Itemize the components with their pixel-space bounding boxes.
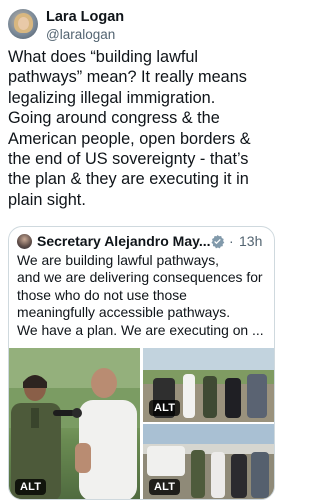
media-photo-2[interactable]: ALT <box>143 348 274 422</box>
separator-dot: · <box>229 233 234 249</box>
quoted-timestamp[interactable]: 13h <box>239 233 262 249</box>
alt-badge-1[interactable]: ALT <box>15 479 47 495</box>
quoted-tweet-header: Secretary Alejandro May... · 13h <box>17 233 268 251</box>
author-handle[interactable]: @laralogan <box>46 27 115 42</box>
alt-badge-3[interactable]: ALT <box>149 479 181 495</box>
author-avatar[interactable] <box>8 9 38 39</box>
quoted-tweet[interactable]: Secretary Alejandro May... · 13h We are … <box>8 226 275 500</box>
tweet-text: What does “building lawful pathways” mea… <box>8 48 251 209</box>
quoted-tweet-text: We are building lawful pathways, and we … <box>17 252 264 338</box>
media-photo-1[interactable]: ALT <box>9 348 140 499</box>
media-grid: ALT ALT ALT <box>9 348 274 499</box>
verified-badge-icon <box>211 234 225 249</box>
avatar-face <box>18 17 29 30</box>
tweet-header: Lara Logan @laralogan <box>8 7 271 45</box>
author-name[interactable]: Lara Logan <box>46 9 124 25</box>
quoted-author-avatar[interactable] <box>17 234 32 249</box>
quoted-author-name[interactable]: Secretary Alejandro May... <box>37 233 211 249</box>
alt-badge-2[interactable]: ALT <box>149 400 181 416</box>
media-photo-3[interactable]: ALT <box>143 424 274 499</box>
photo-1-scene <box>9 348 140 499</box>
